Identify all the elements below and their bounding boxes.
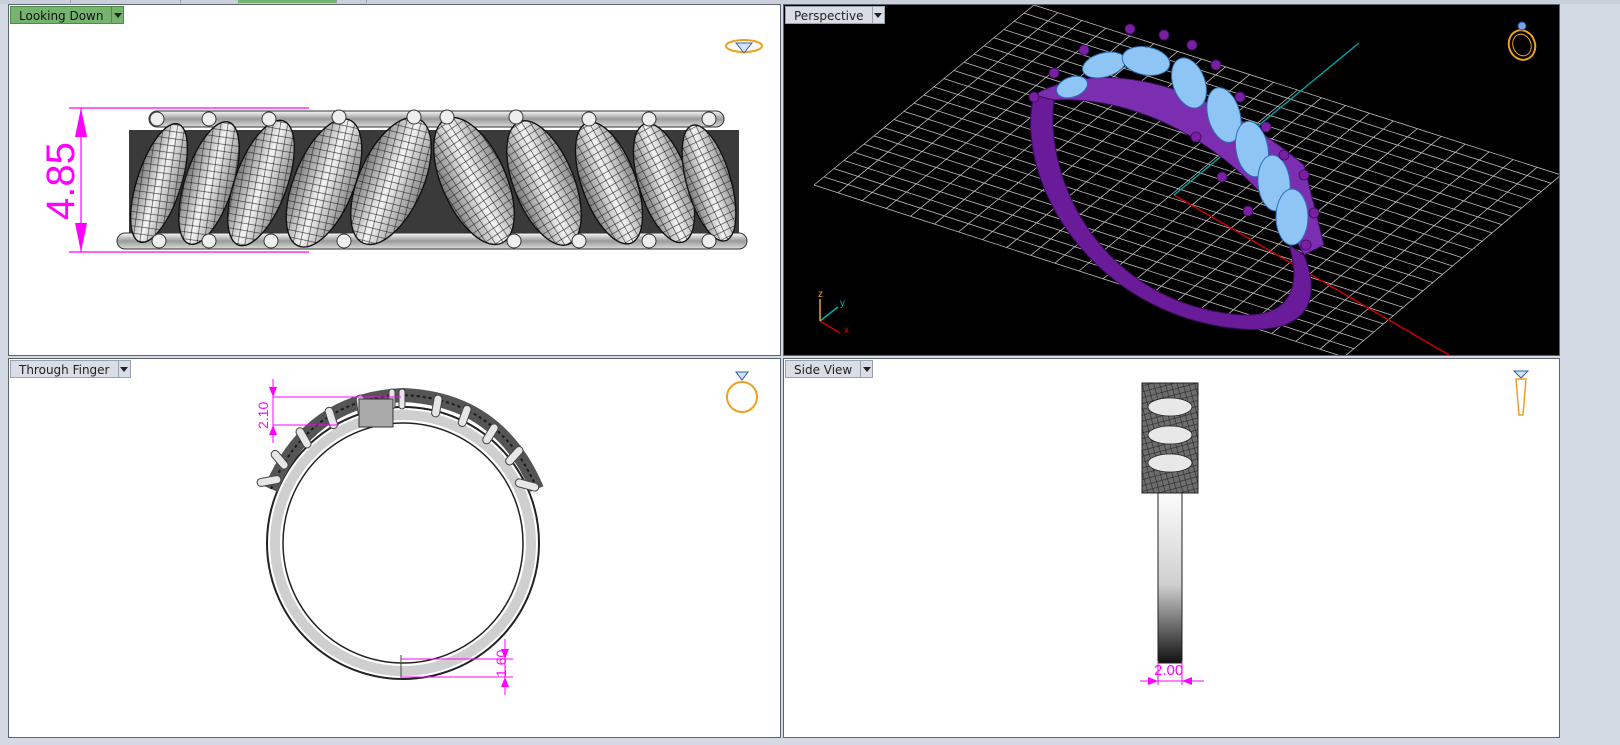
ring-top-icon	[725, 39, 763, 54]
axis-y-label: y	[840, 298, 845, 309]
viewport-perspective[interactable]: z y x Perspective	[783, 4, 1560, 356]
dimension-label-top: 2.10	[255, 401, 271, 429]
ring-side-icon	[1512, 370, 1530, 416]
chevron-down-icon	[120, 366, 128, 372]
axis-x-label: x	[844, 325, 849, 336]
viewport-menu-button[interactable]	[860, 360, 874, 378]
through-finger-canvas	[256, 379, 544, 695]
ring-front-icon	[726, 371, 758, 413]
viewport-side-view[interactable]: 2.00 Side View	[783, 358, 1560, 738]
viewport-label-looking-down[interactable]: Looking Down	[10, 6, 125, 24]
ring-perspective-icon	[1507, 21, 1537, 61]
side-view-canvas	[1140, 382, 1204, 685]
dimension-label: 2.00	[1154, 662, 1184, 679]
viewport-looking-down[interactable]: 4.85 Looking Down	[8, 4, 781, 356]
top-tab[interactable]	[0, 0, 71, 3]
axis-gizmo	[819, 299, 841, 334]
dimension-label-bottom: 1.60	[493, 649, 509, 677]
chevron-down-icon	[113, 12, 122, 18]
ring-shank	[1157, 488, 1183, 664]
dimension-label: 4.85	[39, 142, 83, 220]
viewport-label-side-view[interactable]: Side View	[785, 360, 874, 378]
viewport-label-perspective[interactable]: Perspective	[785, 6, 885, 24]
viewport-label-through-finger[interactable]: Through Finger	[10, 360, 131, 378]
viewport-title: Through Finger	[10, 360, 118, 378]
viewport-menu-button[interactable]	[871, 6, 885, 24]
top-tab[interactable]	[336, 0, 367, 3]
top-tab[interactable]	[180, 0, 239, 3]
perspective-grid	[813, 5, 1559, 355]
axis-z-label: z	[818, 289, 823, 300]
viewport-title: Side View	[785, 360, 861, 378]
top-tab[interactable]	[70, 0, 181, 3]
viewport-title: Looking Down	[10, 6, 112, 24]
viewport-menu-button[interactable]	[111, 6, 125, 24]
looking-down-canvas	[69, 107, 748, 253]
chevron-down-icon	[874, 12, 882, 18]
chevron-down-icon	[862, 366, 871, 372]
top-rail	[148, 110, 725, 128]
ring-inner	[282, 422, 524, 664]
perspective-canvas	[813, 5, 1559, 355]
viewport-title: Perspective	[785, 6, 872, 24]
viewport-menu-button[interactable]	[117, 360, 131, 378]
top-tab-active[interactable]	[238, 0, 337, 3]
viewport-through-finger[interactable]: 2.10 1.60 Through Finger	[8, 358, 781, 738]
